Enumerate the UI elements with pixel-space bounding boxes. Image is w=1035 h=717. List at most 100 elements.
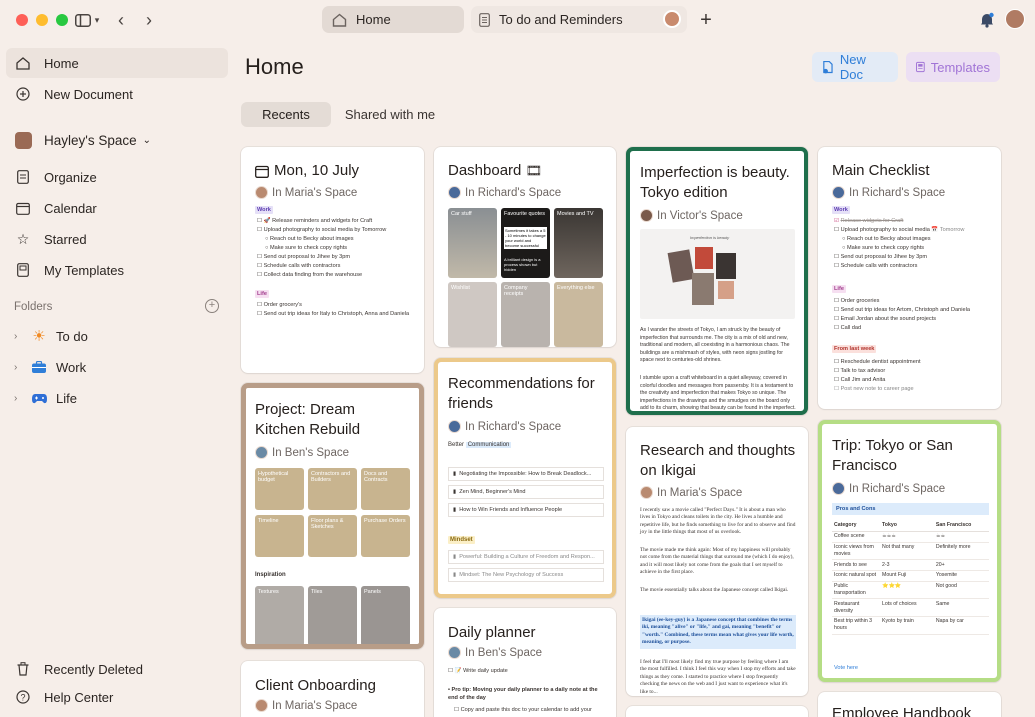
doc-card-recommendations[interactable]: Recommendations for friends In Richard's… xyxy=(434,358,616,598)
house-icon xyxy=(16,56,30,70)
table-cell: Not good xyxy=(933,581,989,600)
briefcase-icon xyxy=(30,361,48,373)
card-space: In Ben's Space xyxy=(465,646,542,659)
body-paragraph: As I wander the streets of Tokyo, I am s… xyxy=(640,327,790,363)
inspiration-thumb[interactable]: Textures xyxy=(255,586,304,644)
space-name: Hayley's Space xyxy=(44,132,137,148)
kitchen-thumb[interactable]: Timeline xyxy=(255,515,304,557)
sidebar-item-calendar[interactable]: Calendar xyxy=(6,193,228,223)
chevron-right-icon: › xyxy=(146,9,152,30)
card-title: Main Checklist xyxy=(832,162,930,179)
card-space: In Maria's Space xyxy=(272,186,358,199)
doc-card-main-checklist[interactable]: Main Checklist In Richard's Space Work ☑… xyxy=(818,147,1001,409)
inspiration-thumb[interactable]: Tiles xyxy=(308,586,357,644)
vote-link[interactable]: Vote here xyxy=(834,664,858,672)
plus-icon: + xyxy=(700,8,712,31)
table-cell: 2-3 xyxy=(880,559,934,571)
section-heading: Better Communication xyxy=(448,442,512,448)
page-title: Home xyxy=(245,54,304,79)
card-space: In Ben's Space xyxy=(272,446,349,459)
card-title: Mon, 10 July xyxy=(274,162,360,179)
chevron-left-icon: ‹ xyxy=(118,9,124,30)
new-tab-button[interactable]: + xyxy=(697,8,715,31)
card-title: Trip: Tokyo or San Francisco xyxy=(832,437,953,474)
dashboard-thumb[interactable]: Everything else xyxy=(554,282,603,347)
close-window-button[interactable] xyxy=(16,14,28,26)
book-item: ▮ Mindset: The New Psychology of Success xyxy=(448,568,604,582)
sidebar-folder-work[interactable]: › Work xyxy=(6,352,228,382)
task-item: ☐ Send out proposal to Jihee by 3pm xyxy=(834,254,928,260)
sidebar-item-label: Organize xyxy=(44,169,97,185)
chevron-right-icon: › xyxy=(14,392,18,404)
add-folder-button[interactable]: + xyxy=(205,299,219,313)
kitchen-thumb[interactable]: Hypothetical budget xyxy=(255,468,304,510)
window-controls xyxy=(16,14,68,26)
book-item: ▮ Zen Mind, Beginner's Mind xyxy=(448,485,604,499)
doc-card-dream-kitchen[interactable]: Project: Dream Kitchen Rebuild In Ben's … xyxy=(241,383,424,649)
sidebar-item-my-templates[interactable]: My Templates xyxy=(6,255,228,285)
card-space: In Richard's Space xyxy=(849,482,946,495)
doc-card-trip[interactable]: Trip: Tokyo or San Francisco In Richard'… xyxy=(818,420,1001,682)
card-title: Research and thoughts on Ikigai xyxy=(640,442,796,479)
kitchen-thumb[interactable]: Docs and Contracts xyxy=(361,468,410,510)
doc-card-daily-planner[interactable]: Daily planner In Ben's Space ☐ 📝 Write d… xyxy=(434,608,616,717)
sidebar-item-new-document[interactable]: New Document xyxy=(6,79,228,109)
space-switcher[interactable]: Hayley's Space ⌄ xyxy=(6,125,228,155)
avatar xyxy=(255,446,268,459)
table-cell: 20+ xyxy=(933,559,989,571)
doc-card-dashboard[interactable]: Dashboard 🎞 In Richard's Space Car stuff… xyxy=(434,147,616,347)
sidebar-item-help-center[interactable]: ? Help Center xyxy=(6,682,228,712)
zoom-window-button[interactable] xyxy=(56,14,68,26)
sidebar-item-recently-deleted[interactable]: Recently Deleted xyxy=(6,654,228,684)
body-paragraph: I recently saw a movie called "Perfect D… xyxy=(640,507,796,536)
kitchen-thumb[interactable]: Floor plans & Sketches xyxy=(308,515,357,557)
new-doc-button[interactable]: New Doc xyxy=(812,52,898,82)
sidebar-item-label: Home xyxy=(44,55,79,71)
back-button[interactable]: ‹ xyxy=(112,10,130,30)
sidebar-toggle-button[interactable]: ▾ xyxy=(71,10,103,30)
table-row: Friends to see 2-3 20+ xyxy=(832,559,989,571)
doc-card-employee-handbook[interactable]: Employee Handbook xyxy=(818,692,1001,717)
sidebar-item-starred[interactable]: ☆ Starred xyxy=(6,224,228,254)
tab-home[interactable]: Home xyxy=(322,6,464,33)
doc-card-mon-10-july[interactable]: Mon, 10 July In Maria's Space Work ☐ 🚀 R… xyxy=(241,147,424,373)
kitchen-thumb[interactable]: Contractors and Builders xyxy=(308,468,357,510)
sidebar-folder-life[interactable]: › Life xyxy=(6,383,228,413)
dashboard-thumb[interactable]: Movies and TV xyxy=(554,208,603,278)
notifications-button[interactable] xyxy=(978,10,996,30)
sidebar-folder-todo[interactable]: › ☀ To do xyxy=(6,321,228,351)
table-header: San Francisco xyxy=(933,520,989,532)
inspiration-thumb[interactable]: Panels xyxy=(361,586,410,644)
table-cell: Lots of choices xyxy=(880,598,934,617)
house-icon xyxy=(332,13,347,27)
task-item-done: ☑ Release widgets for Craft xyxy=(834,218,904,224)
table-row: Iconic natural spot Mount Fuji Yosemite xyxy=(832,570,989,582)
forward-button[interactable]: › xyxy=(140,10,158,30)
user-avatar[interactable] xyxy=(1005,9,1025,29)
task-item: ☐ Send out trip ideas for Artom, Christo… xyxy=(834,307,970,313)
sidebar: Home New Document Hayley's Space ⌄ Organ… xyxy=(0,40,232,717)
body-paragraph: The movie made me think again: Most of m… xyxy=(640,547,794,576)
dashboard-thumb[interactable]: Company receipts xyxy=(501,282,550,347)
tab-recents[interactable]: Recents xyxy=(241,102,331,127)
templates-button[interactable]: Templates xyxy=(906,52,1000,82)
sidebar-item-organize[interactable]: Organize xyxy=(6,162,228,192)
tab-shared-with-me[interactable]: Shared with me xyxy=(340,102,440,127)
doc-card-client-onboarding[interactable]: Client Onboarding In Maria's Space xyxy=(241,661,424,717)
doc-card-imperfection[interactable]: Imperfection is beauty. Tokyo edition In… xyxy=(626,147,808,415)
sidebar-item-home[interactable]: Home xyxy=(6,48,228,78)
tab-label: Recents xyxy=(262,107,310,122)
dashboard-thumb[interactable]: Favourite quotes Sometimes it takes a 5 … xyxy=(501,208,550,278)
doc-card-partial[interactable] xyxy=(626,706,808,717)
tab-label: Shared with me xyxy=(344,107,436,122)
kitchen-thumb[interactable]: Purchase Orders xyxy=(361,515,410,557)
card-space: In Victor's Space xyxy=(657,209,743,222)
table-cell: Public transportation xyxy=(832,581,880,600)
doc-card-research-ikigai[interactable]: Research and thoughts on Ikigai In Maria… xyxy=(626,427,808,696)
tab-todo-reminders[interactable]: To do and Reminders xyxy=(471,6,687,33)
space-avatar xyxy=(14,131,32,149)
book-item: ▮ Negotiating the Impossible: How to Bre… xyxy=(448,467,604,481)
dashboard-thumb[interactable]: Car stuff xyxy=(448,208,497,278)
dashboard-thumb[interactable]: Wishlist xyxy=(448,282,497,347)
minimize-window-button[interactable] xyxy=(36,14,48,26)
